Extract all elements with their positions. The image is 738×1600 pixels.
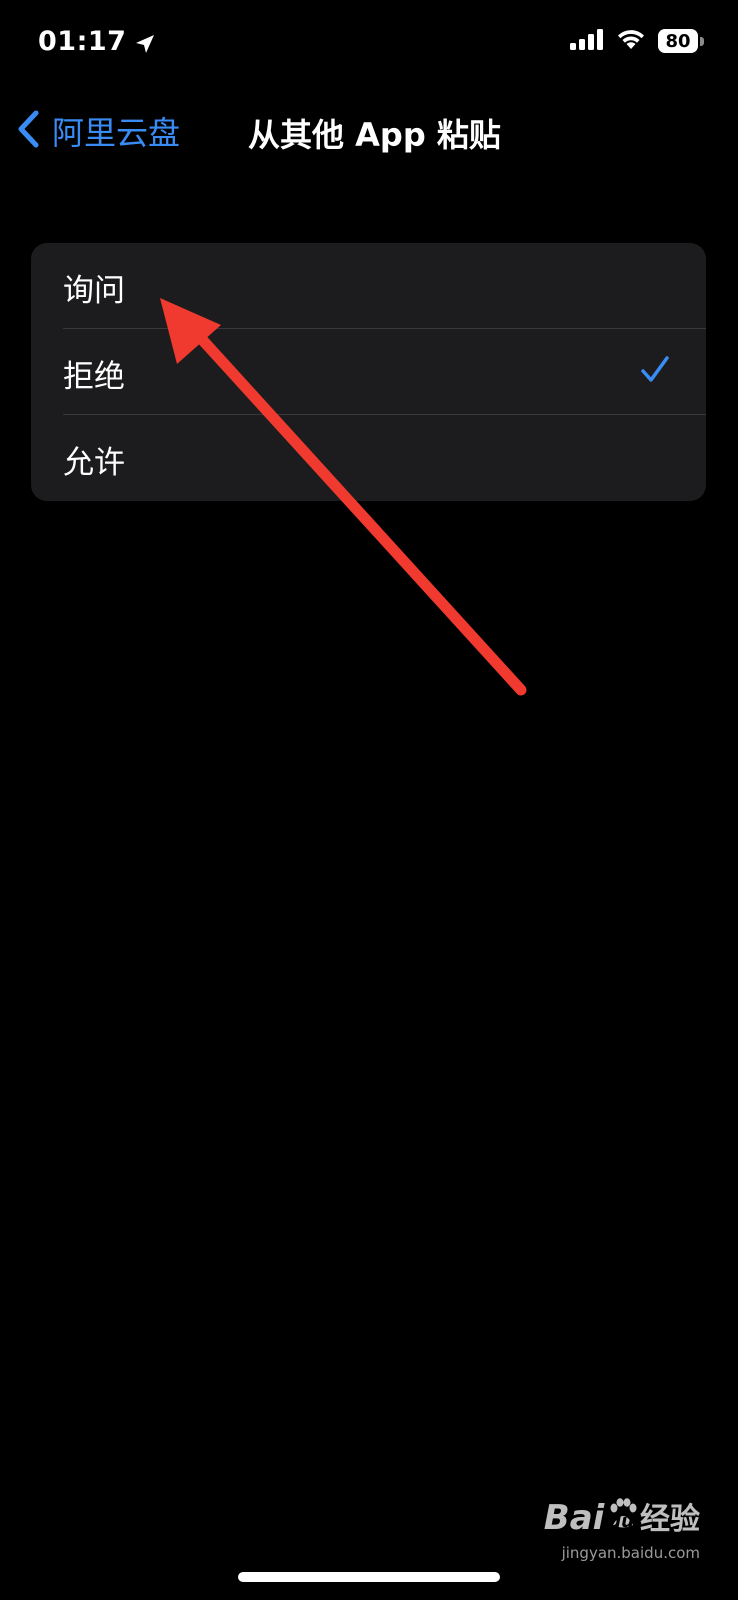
option-ask-label: 询问	[63, 273, 125, 309]
page-title: 从其他 App 粘贴	[248, 116, 501, 154]
back-button[interactable]: 阿里云盘	[16, 108, 180, 154]
wifi-icon	[616, 28, 646, 54]
baidu-jingyan-watermark: Bai du 经验	[544, 1494, 700, 1538]
watermark-text: 经验	[640, 1502, 700, 1537]
battery-tip	[700, 36, 704, 46]
navigation-bar: 阿里云盘 从其他 App 粘贴	[0, 100, 738, 160]
option-ask[interactable]: 询问	[31, 243, 706, 329]
option-allow[interactable]: 允许	[31, 415, 706, 501]
annotation-arrow	[160, 298, 527, 696]
status-time-text: 01:17	[38, 26, 127, 57]
option-deny[interactable]: 拒绝	[31, 329, 706, 415]
option-deny-label: 拒绝	[63, 359, 125, 395]
location-arrow-icon	[134, 31, 156, 53]
watermark-url: jingyan.baidu.com	[561, 1544, 700, 1562]
watermark-logo: Bai	[543, 1498, 605, 1538]
paste-permission-options: 询问 拒绝 允许	[31, 243, 706, 501]
status-icons: 80	[570, 28, 704, 54]
watermark-logo-suffix: du	[608, 1511, 634, 1532]
status-time: 01:17	[38, 26, 156, 57]
home-indicator[interactable]	[238, 1572, 500, 1582]
battery-indicator: 80	[658, 29, 704, 53]
chevron-left-icon	[16, 109, 42, 153]
checkmark-icon	[640, 355, 670, 389]
cellular-signal-icon	[570, 28, 604, 54]
status-bar: 01:17 80	[0, 0, 738, 90]
back-button-label: 阿里云盘	[52, 114, 181, 152]
battery-level: 80	[658, 29, 698, 53]
option-allow-label: 允许	[63, 445, 125, 481]
